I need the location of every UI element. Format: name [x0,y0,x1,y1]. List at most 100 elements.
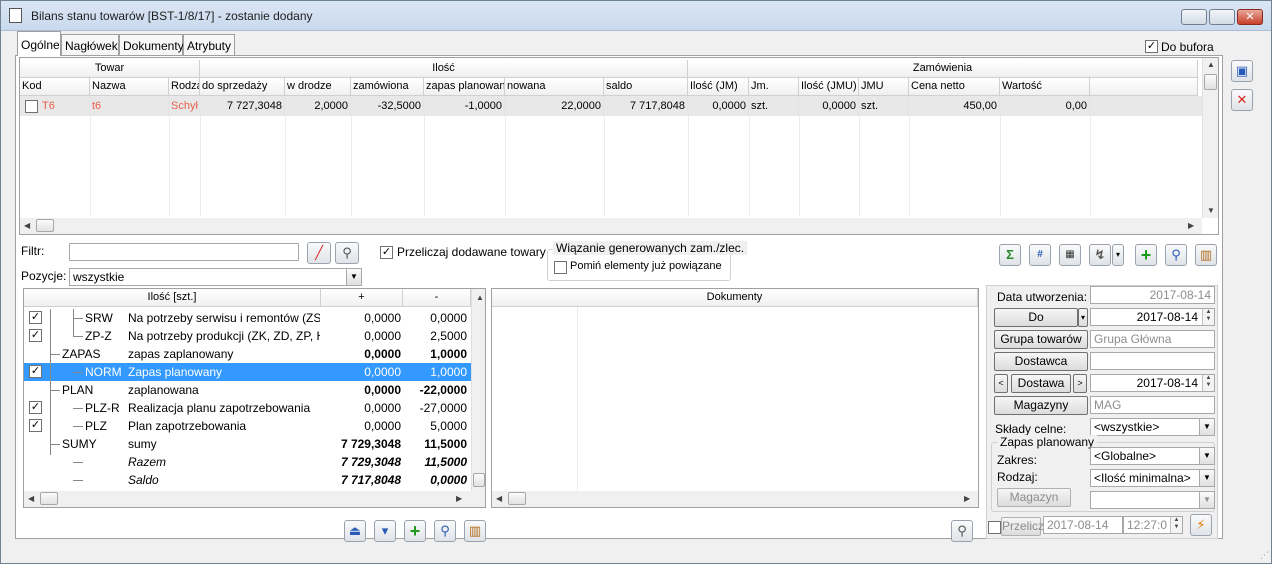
link-icon[interactable]: ↯ [1089,244,1111,266]
tree-row[interactable]: ✓ ZP-Z Na potrzeby produkcji (ZK, ZD, ZP, … [24,327,471,345]
tree-vertical-scrollbar[interactable]: ▲ [471,289,485,491]
przelicz-time[interactable]: 12:27:0 ▲ ▼ [1123,516,1183,534]
col-ilosc-jmu[interactable]: Ilość (JMU) [799,78,859,96]
tree-row-plus: 0,0000 [364,401,401,415]
col-zaplanowana[interactable]: nowana [505,78,604,96]
bilans-tree[interactable]: Ilość [szt.] + - ✓ SRW Na potrzeby serwisu… [23,288,486,508]
clear-filter-icon[interactable]: ╱ [307,242,331,264]
lightning-icon[interactable]: ⚡ [1190,514,1212,536]
filter-settings-icon[interactable]: ⚲ [335,242,359,264]
tab-atrybuty[interactable]: Atrybuty [183,34,235,55]
filtr-input[interactable] [69,243,299,261]
col-nazwa[interactable]: Nazwa [90,78,169,96]
tree-row-checkbox[interactable]: ✓ [29,419,42,432]
col-ilosc-jm[interactable]: Ilość (JM) [688,78,749,96]
tree-horizontal-scrollbar[interactable]: ◀ ▶ [24,491,485,507]
minimize-button[interactable] [1181,9,1207,25]
sklady-celne-select[interactable]: <wszystkie> ▼ [1090,418,1215,436]
do-date-input[interactable]: 2017-08-14 ▲ ▼ [1090,308,1215,326]
dostawa-prev-button[interactable]: < [994,374,1008,393]
grid-horizontal-scrollbar[interactable]: ◀ ▶ [20,218,1202,234]
tree-row[interactable]: ✓ NORM Zapas planowany 0,0000 1,0000 [24,363,471,381]
tree-header-ilosc[interactable]: Ilość [szt.] [24,289,321,307]
zakres-select[interactable]: <Globalne> ▼ [1090,447,1215,465]
przelicz-button[interactable]: Przelicz [1001,517,1044,536]
col-zapas-planowany[interactable]: zapas planowan [424,78,505,96]
add-icon[interactable]: + [1135,244,1157,266]
tree-row-minus: 0,0000 [430,473,467,487]
tab-naglowek[interactable]: Nagłówek [61,34,119,55]
tree-row[interactable]: ✓ PLZ-R Realizacja planu zapotrzebowania 0,… [24,399,471,417]
col-cena-netto[interactable]: Cena netto [909,78,1000,96]
do-bufora-checkbox[interactable]: ✓ [1145,40,1158,53]
sum-icon[interactable]: Σ [999,244,1021,266]
pozycje-select[interactable]: wszystkie ▼ [69,268,362,286]
dostawa-button[interactable]: Dostawa [1011,374,1071,393]
rodzaj-select[interactable]: <Ilość minimalna> ▼ [1090,469,1215,487]
docs-horizontal-scrollbar[interactable]: ◀ ▶ [492,491,978,507]
magazyny-button[interactable]: Magazyny [994,396,1088,415]
delete-icon[interactable]: ▥ [1195,244,1217,266]
tree-row[interactable]: Razem 7 729,3048 11,5000 [24,453,471,471]
documents-list[interactable]: Dokumenty ◀ ▶ [491,288,979,508]
tree-row[interactable]: ✓ PLZ Plan zapotrzebowania 0,0000 5,0000 [24,417,471,435]
resize-grip-icon[interactable]: ⋰ [1260,550,1269,561]
col-jmu[interactable]: JMU [859,78,909,96]
col-do-sprzedazy[interactable]: do sprzedaży [200,78,285,96]
col-saldo[interactable]: saldo [604,78,688,96]
delete-tree-icon[interactable]: ▥ [464,520,486,542]
move-up-icon[interactable]: ⏏ [344,520,366,542]
dostawca-button[interactable]: Dostawca [994,352,1088,371]
przelicz-date[interactable]: 2017-08-14 [1043,516,1123,534]
tree-row-checkbox[interactable]: ✓ [29,365,42,378]
tree-row[interactable]: PLAN zaplanowana 0,0000 -22,0000 [24,381,471,399]
przelicz-checkbox[interactable] [988,521,1001,534]
tree-row-plus: 0,0000 [364,311,401,325]
col-zamowiona[interactable]: zamówiona [351,78,424,96]
number-icon[interactable]: # [1029,244,1051,266]
dostawa-date-input[interactable]: 2017-08-14 ▲ ▼ [1090,374,1215,392]
items-grid[interactable]: Towar Ilość Zamówienia Kod Nazwa Rodza d… [19,57,1219,235]
col-jm[interactable]: Jm. [749,78,799,96]
tab-ogolne[interactable]: Ogólne [17,31,61,56]
tab-dokumenty[interactable]: Dokumenty [119,34,184,55]
search-docs-icon[interactable]: ⚲ [951,520,973,542]
move-down-icon[interactable]: ▾ [374,520,396,542]
przeliczaj-checkbox[interactable]: ✓ [380,246,393,259]
add-tree-icon[interactable]: + [404,520,426,542]
pozycje-label: Pozycje: [21,269,67,283]
link-dropdown-icon[interactable]: ▾ [1112,244,1124,266]
col-rodzaj[interactable]: Rodza [169,78,200,96]
tree-row-checkbox[interactable]: ✓ [29,401,42,414]
grupa-towarow-button[interactable]: Grupa towarów [994,330,1088,349]
magazyn-select[interactable]: ▼ [1090,491,1215,509]
maximize-button[interactable] [1209,9,1235,25]
cell-kod: T6 [40,96,90,116]
tree-row-checkbox[interactable]: ✓ [29,311,42,324]
tree-row-checkbox[interactable]: ✓ [29,329,42,342]
tree-row-plus: 0,0000 [364,365,401,379]
col-w-drodze[interactable]: w drodze [285,78,351,96]
col-wartosc[interactable]: Wartość [1000,78,1090,96]
tree-row[interactable]: ZAPAS zapas zaplanowany 0,0000 1,0000 [24,345,471,363]
dostawa-next-button[interactable]: > [1073,374,1087,393]
tree-row[interactable]: Saldo 7 717,8048 0,0000 [24,471,471,489]
cancel-icon[interactable]: ✕ [1231,89,1253,111]
close-window-button[interactable]: ✕ [1237,9,1263,25]
search-tree-icon[interactable]: ⚲ [434,520,456,542]
do-dropdown-button[interactable]: ▾ [1078,308,1088,327]
col-kod[interactable]: Kod [20,78,90,96]
magazyn-button[interactable]: Magazyn [997,488,1071,507]
tree-header-minus[interactable]: - [403,289,471,307]
calendar-icon[interactable]: ▦ [1059,244,1081,266]
tree-row[interactable]: ✓ SRW Na potrzeby serwisu i remontów (ZSE,… [24,309,471,327]
tree-header-plus[interactable]: + [321,289,403,307]
do-button[interactable]: Do [994,308,1078,327]
pomin-checkbox[interactable] [554,261,567,274]
tree-row[interactable]: SUMY sumy 7 729,3048 11,5000 [24,435,471,453]
save-icon[interactable]: ▣ [1231,60,1253,82]
grid-vertical-scrollbar[interactable]: ▲ ▼ [1202,58,1218,218]
row-checkbox[interactable] [25,100,38,113]
data-utworzenia-label: Data utworzenia: [997,290,1088,304]
search-icon[interactable]: ⚲ [1165,244,1187,266]
